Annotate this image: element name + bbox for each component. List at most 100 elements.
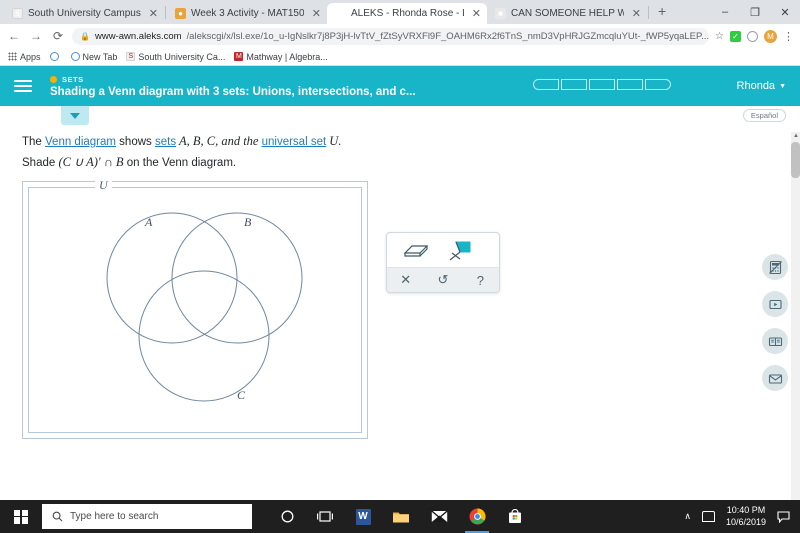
scroll-thumb[interactable] <box>791 142 800 178</box>
keyboard-icon[interactable] <box>701 511 715 522</box>
browser-menu-icon[interactable]: ⋮ <box>783 30 794 43</box>
user-menu[interactable]: Rhonda ▼ <box>737 66 786 106</box>
bookmark-apps[interactable]: Apps <box>8 52 41 62</box>
divider <box>648 5 649 19</box>
address-bar[interactable]: 🔒 www-awn.aleks.com/alekscgi/x/lsl.exe/1… <box>72 27 710 45</box>
language-toggle-button[interactable]: Español <box>742 109 786 122</box>
reload-icon[interactable]: ⟳ <box>50 29 66 43</box>
lock-icon: 🔒 <box>80 31 90 41</box>
browser-tab-1[interactable]: ● Week 3 Activity - MAT1500 Colle ✕ <box>167 3 327 24</box>
bookmark-globe-1[interactable] <box>49 52 62 61</box>
minimize-button[interactable]: – <box>710 0 740 24</box>
vertical-scrollbar[interactable]: ▲ ▼ <box>791 132 800 500</box>
globe-icon <box>49 52 59 61</box>
close-tool-button[interactable]: ✕ <box>393 272 419 288</box>
extension-icon-2[interactable] <box>747 30 758 42</box>
bookmark-south-university[interactable]: S South University Ca... <box>126 52 225 62</box>
word-button[interactable]: W <box>344 500 382 533</box>
chevron-down-icon: ▼ <box>779 82 786 90</box>
progress-segment <box>533 79 559 90</box>
close-icon[interactable]: ✕ <box>309 7 321 20</box>
taskbar-icons: W <box>268 500 534 533</box>
browser-tab-0[interactable]: S South University Campus Comm ✕ <box>4 3 164 24</box>
eraser-tool-button[interactable] <box>399 239 433 263</box>
panel-toggle-button[interactable] <box>61 106 89 125</box>
browser-tab-strip: S South University Campus Comm ✕ ● Week … <box>0 0 800 24</box>
new-tab-button[interactable]: + <box>650 3 674 21</box>
maximize-button[interactable]: ❐ <box>740 0 770 24</box>
forward-icon[interactable]: → <box>28 29 44 43</box>
drawing-toolbar: ✕ ↺ ? <box>386 232 500 293</box>
system-tray: ∧ 10:40 PM 10/6/2019 <box>684 505 800 528</box>
venn-circle-c[interactable] <box>138 270 270 401</box>
avatar[interactable]: M <box>764 29 777 43</box>
action-center-icon[interactable] <box>777 510 790 523</box>
link-universal-set[interactable]: universal set <box>262 136 327 148</box>
clock[interactable]: 10:40 PM 10/6/2019 <box>726 505 766 528</box>
aleks-header: SETS Shading a Venn diagram with 3 sets:… <box>0 66 800 106</box>
link-sets[interactable]: sets <box>155 136 176 148</box>
tab-title: Week 3 Activity - MAT1500 Colle <box>191 8 304 19</box>
calculator-button[interactable] <box>762 254 788 280</box>
close-icon[interactable]: ✕ <box>629 7 641 20</box>
su-icon: S <box>12 8 23 19</box>
bookmark-star-icon[interactable]: ☆ <box>715 31 724 42</box>
task-view-button[interactable] <box>306 500 344 533</box>
undo-button[interactable]: ↺ <box>430 272 456 288</box>
word-icon: W <box>355 508 371 525</box>
bookmark-label: Apps <box>20 51 41 62</box>
cortana-icon <box>281 510 293 523</box>
taskbar-search[interactable]: Type here to search <box>42 504 252 529</box>
close-icon[interactable]: ✕ <box>146 7 158 20</box>
venn-universal-rect[interactable]: U A B C <box>28 178 363 434</box>
chevron-down-icon <box>70 112 80 119</box>
browser-tab-2[interactable]: A ALEKS - Rhonda Rose - Learn ✕ <box>327 3 487 24</box>
calculator-disabled-icon <box>768 260 782 274</box>
cortana-button[interactable] <box>268 500 306 533</box>
link-venn-diagram[interactable]: Venn diagram <box>45 136 116 148</box>
topic-dot-icon <box>50 75 57 83</box>
question-line-2: Shade (C ∪ A)′ ∩ B on the Venn diagram. <box>22 153 800 172</box>
venn-label-a: A <box>144 215 153 229</box>
bookmark-mathway[interactable]: M Mathway | Algebra... <box>234 51 328 62</box>
file-explorer-button[interactable] <box>382 500 420 533</box>
microsoft-store-icon <box>509 509 521 523</box>
progress-segment <box>617 79 643 90</box>
message-button[interactable] <box>762 365 788 391</box>
page-title: Shading a Venn diagram with 3 sets: Unio… <box>50 85 416 98</box>
window-controls: – ❐ ✕ <box>710 0 800 24</box>
bookmark-new-tab[interactable]: New Tab <box>70 52 117 62</box>
header-title-block: SETS Shading a Venn diagram with 3 sets:… <box>50 75 416 98</box>
text: The <box>22 136 46 148</box>
fill-tool-button[interactable] <box>443 239 477 263</box>
file-explorer-icon <box>393 512 409 522</box>
venn-circles[interactable]: A B C <box>29 188 363 434</box>
aleks-page: SETS Shading a Venn diagram with 3 sets:… <box>0 66 800 500</box>
browser-toolbar: ← → ⟳ 🔒 www-awn.aleks.com/alekscgi/x/lsl… <box>0 24 800 48</box>
scroll-up-icon[interactable]: ▲ <box>793 133 799 139</box>
dictionary-icon <box>768 336 782 346</box>
windows-taskbar: Type here to search W ∧ 10:40 PM 10/6/20… <box>0 500 800 533</box>
eraser-icon <box>403 245 429 257</box>
dictionary-button[interactable] <box>762 328 788 354</box>
powerpoint-icon: ■ <box>495 8 506 19</box>
close-window-button[interactable]: ✕ <box>770 0 800 24</box>
venn-diagram-panel[interactable]: U A B C <box>22 178 368 439</box>
tray-expand-icon[interactable]: ∧ <box>684 511 691 522</box>
tool-rail <box>762 254 788 391</box>
chrome-button[interactable] <box>458 500 496 533</box>
close-icon[interactable]: ✕ <box>469 7 481 20</box>
microsoft-store-button[interactable] <box>496 500 534 533</box>
progress-segment <box>561 79 587 90</box>
extension-icon[interactable]: ✓ <box>730 30 741 42</box>
mail-button[interactable] <box>420 500 458 533</box>
menu-icon[interactable] <box>14 80 32 92</box>
start-button[interactable] <box>0 500 42 533</box>
bookmark-label: Mathway | Algebra... <box>246 51 328 62</box>
browser-tab-3[interactable]: ■ CAN SOMEONE HELP WITH THIS ✕ <box>487 3 647 24</box>
back-icon[interactable]: ← <box>6 29 22 43</box>
message-icon <box>768 373 782 384</box>
help-button[interactable]: ? <box>467 273 493 288</box>
video-icon <box>768 299 782 309</box>
video-button[interactable] <box>762 291 788 317</box>
